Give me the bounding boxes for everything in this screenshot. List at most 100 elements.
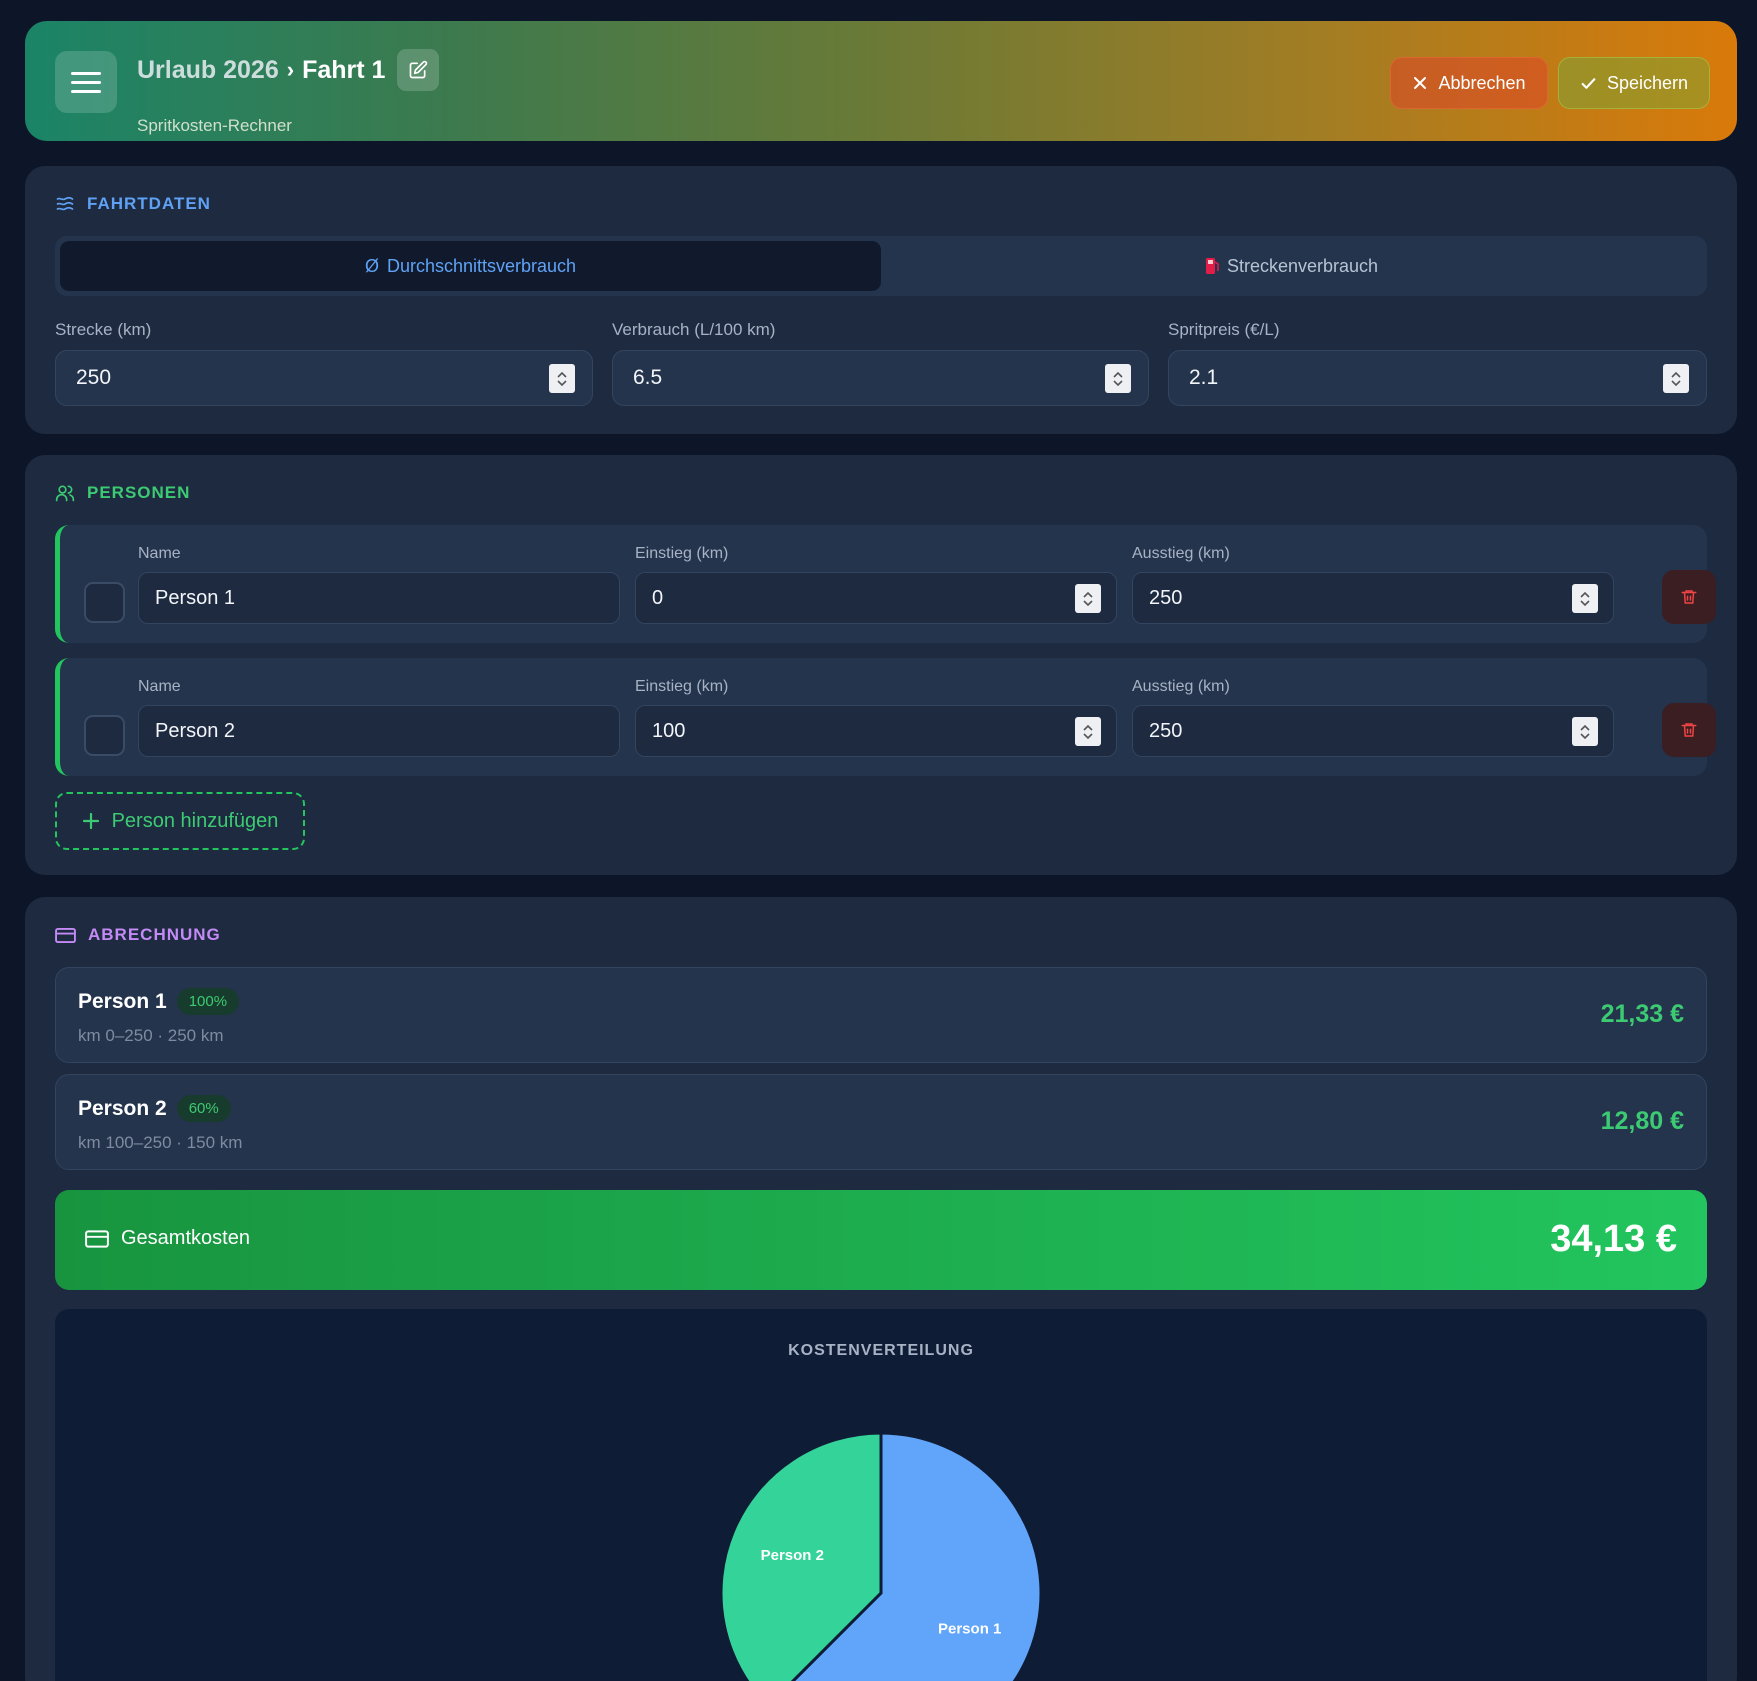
users-icon: [55, 485, 75, 502]
plus-icon: [82, 812, 99, 830]
chevron-down-icon: [557, 379, 567, 386]
ausstieg-label: Ausstieg (km): [1132, 545, 1230, 562]
strecke-input[interactable]: 250: [55, 350, 593, 406]
menu-button[interactable]: [55, 51, 117, 113]
ausstieg-value: 250: [1149, 586, 1183, 609]
total-banner: Gesamtkosten 34,13 €: [55, 1190, 1707, 1290]
cancel-button[interactable]: Abbrechen: [1390, 57, 1548, 109]
fahrtdaten-heading: FAHRTDATEN: [55, 194, 211, 214]
verbrauch-input[interactable]: 6.5: [612, 350, 1149, 406]
chevron-up-icon: [1580, 591, 1590, 598]
cost-row: Person 1 100% km 0–250 · 250 km 21,33 €: [55, 967, 1707, 1063]
consumption-mode-tabs: Ø Durchschnittsverbrauch Streckenverbrau…: [55, 236, 1707, 296]
save-button[interactable]: Speichern: [1558, 57, 1710, 109]
person-name-value: Person 1: [155, 586, 236, 609]
number-spinner[interactable]: [1075, 717, 1101, 746]
number-spinner[interactable]: [1663, 364, 1689, 393]
person-name-input[interactable]: Person 2: [138, 705, 620, 757]
spritpreis-label: Spritpreis (€/L): [1168, 320, 1280, 339]
cost-row-amount: 21,33 €: [1600, 1000, 1684, 1028]
cost-row-name: Person 2: [78, 1096, 167, 1120]
fahrtdaten-title: FAHRTDATEN: [87, 194, 211, 213]
ausstieg-value: 250: [1149, 719, 1183, 742]
cost-row-name: Person 1: [78, 989, 167, 1013]
number-spinner[interactable]: [1572, 584, 1598, 613]
pie-slice-label: Person 2: [761, 1547, 824, 1564]
chevron-down-icon: [1083, 732, 1093, 739]
spritpreis-input[interactable]: 2.1: [1168, 350, 1707, 406]
delete-person-button[interactable]: [1662, 703, 1716, 757]
einstieg-input[interactable]: 100: [635, 705, 1117, 757]
number-spinner[interactable]: [1075, 584, 1101, 613]
cost-row: Person 2 60% km 100–250 · 150 km 12,80 €: [55, 1074, 1707, 1170]
number-spinner[interactable]: [549, 364, 575, 393]
page-title: Fahrt 1: [302, 55, 386, 84]
add-person-button[interactable]: Person hinzufügen: [55, 792, 305, 850]
einstieg-input[interactable]: 0: [635, 572, 1117, 624]
number-spinner[interactable]: [1105, 364, 1131, 393]
personen-heading: PERSONEN: [55, 483, 190, 503]
delete-person-button[interactable]: [1662, 570, 1716, 624]
total-label: Gesamtkosten: [121, 1227, 250, 1249]
breadcrumb-separator: ›: [286, 57, 295, 82]
close-icon: [1414, 77, 1427, 89]
total-label-group: Gesamtkosten: [85, 1227, 250, 1250]
layers-icon: [56, 196, 74, 211]
tab-streckenverbrauch[interactable]: Streckenverbrauch: [881, 241, 1702, 291]
cancel-button-label: Abbrechen: [1438, 72, 1526, 93]
personen-title: PERSONEN: [87, 483, 191, 502]
edit-icon: [410, 60, 428, 79]
person-checkbox[interactable]: [84, 582, 125, 623]
cost-row-name-group: Person 2 60%: [78, 1095, 231, 1122]
number-spinner[interactable]: [1572, 717, 1598, 746]
chevron-down-icon: [1671, 379, 1681, 386]
pie-chart: Person 1 Person 2: [719, 1431, 1043, 1681]
personen-card: PERSONEN Name Person 1 Einstieg (km) 0 A…: [25, 455, 1737, 875]
chevron-up-icon: [557, 371, 567, 378]
name-label: Name: [138, 545, 181, 562]
ausstieg-input[interactable]: 250: [1132, 705, 1614, 757]
breadcrumb: Urlaub 2026 › Fahrt 1: [137, 49, 440, 91]
person-row: Name Person 1 Einstieg (km) 0 Ausstieg (…: [55, 525, 1716, 643]
cost-row-name-group: Person 1 100%: [78, 988, 240, 1015]
cost-row-detail: km 0–250 · 250 km: [78, 1026, 224, 1045]
total-amount: 34,13 €: [1550, 1218, 1677, 1260]
credit-card-icon: [85, 1229, 109, 1248]
person-name-input[interactable]: Person 1: [138, 572, 620, 624]
tab-label: Streckenverbrauch: [1226, 255, 1379, 276]
ausstieg-label: Ausstieg (km): [1132, 678, 1230, 695]
fahrtdaten-card: FAHRTDATEN Ø Durchschnittsverbrauch Stre…: [25, 166, 1737, 434]
trash-icon: [1681, 723, 1697, 737]
einstieg-label: Einstieg (km): [635, 678, 729, 695]
chevron-down-icon: [1083, 599, 1093, 606]
einstieg-value: 100: [652, 719, 686, 742]
abrechnung-title: ABRECHNUNG: [88, 925, 221, 944]
chevron-down-icon: [1580, 599, 1590, 606]
save-button-label: Speichern: [1606, 72, 1689, 93]
chevron-down-icon: [1580, 732, 1590, 739]
fuel-pump-icon: [1205, 258, 1219, 274]
person-checkbox[interactable]: [84, 715, 125, 756]
app-header: Urlaub 2026 › Fahrt 1 Spritkosten-Rechne…: [25, 21, 1737, 141]
cost-row-amount: 12,80 €: [1600, 1107, 1684, 1135]
add-person-label: Person hinzufügen: [111, 809, 279, 832]
einstieg-label: Einstieg (km): [635, 545, 729, 562]
edit-title-button[interactable]: [397, 49, 440, 91]
person-name-value: Person 2: [155, 719, 236, 742]
share-badge: 100%: [176, 988, 240, 1015]
cost-row-detail: km 100–250 · 150 km: [78, 1133, 243, 1152]
page-subtitle: Spritkosten-Rechner: [137, 116, 292, 135]
einstieg-value: 0: [652, 586, 664, 609]
abrechnung-heading: ABRECHNUNG: [55, 925, 221, 945]
cost-distribution-chart: KOSTENVERTEILUNG Person 1 Person 2: [55, 1309, 1707, 1681]
ausstieg-input[interactable]: 250: [1132, 572, 1614, 624]
chevron-up-icon: [1113, 371, 1123, 378]
chevron-up-icon: [1083, 724, 1093, 731]
tab-durchschnittsverbrauch[interactable]: Ø Durchschnittsverbrauch: [60, 241, 881, 291]
breadcrumb-trip[interactable]: Urlaub 2026: [137, 56, 279, 85]
strecke-value: 250: [76, 366, 112, 389]
check-icon: [1581, 77, 1596, 89]
chevron-down-icon: [1113, 379, 1123, 386]
average-icon: Ø: [364, 255, 379, 276]
credit-card-icon: [55, 927, 76, 943]
